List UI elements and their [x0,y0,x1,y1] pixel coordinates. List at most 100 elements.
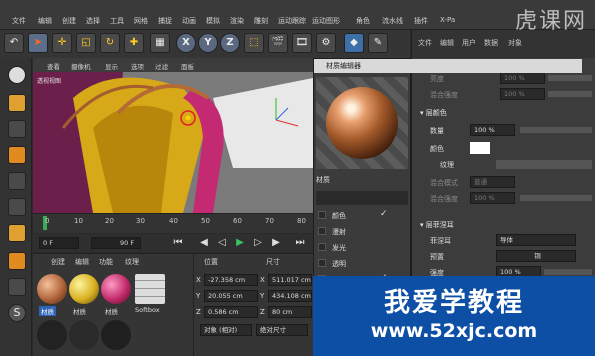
material-editor-title[interactable]: 材质编辑器 [314,59,582,73]
attr-menu-data[interactable]: 数据 [484,38,498,48]
material-swatch-softbox[interactable] [135,274,165,304]
row-value[interactable]: 100 % [500,88,545,100]
row-value[interactable]: 100 % [500,72,545,84]
channel-color[interactable]: 颜色 ✓ [318,209,410,223]
menu-plugins[interactable]: 插件 [414,16,428,26]
menu-motion-tracking[interactable]: 运动跟踪 [278,16,306,26]
channel-diffusion[interactable]: 漫射 [318,225,410,239]
slider[interactable] [548,91,592,97]
menu-create[interactable]: 创建 [62,16,76,26]
snap-icon[interactable]: S [8,304,26,322]
menu-xparticles[interactable]: X-Pa [440,16,455,24]
current-frame-field[interactable]: 0 F [39,237,79,249]
step-back-icon[interactable]: ◁ [215,236,229,250]
slider[interactable] [520,195,592,201]
move-icon[interactable]: ✛ [52,33,72,53]
attr-menu-file[interactable]: 文件 [418,38,432,48]
viewport-menu-options[interactable]: 选项 [131,61,144,71]
menu-simulate[interactable]: 模拟 [206,16,220,26]
material-name[interactable]: 材质 [316,175,408,187]
tweak-mode-icon[interactable] [8,278,26,296]
material-swatch-magenta[interactable] [101,274,131,304]
workplane-icon[interactable]: ▦ [150,33,170,53]
color-swatch[interactable] [470,142,490,154]
menu-mograph[interactable]: 运动图形 [312,16,340,26]
menu-file[interactable]: 文件 [12,16,26,26]
material-swatch-dark[interactable] [101,320,131,350]
section-layer-color[interactable]: ▾ 层颜色 [420,108,447,118]
rotate-icon[interactable]: ↻ [100,33,120,53]
material-tab-edit[interactable]: 编辑 [75,257,89,267]
render-picture-viewer-icon[interactable]: 🎞 [292,33,312,53]
viewport[interactable]: 查看 摄像机 显示 选项 过滤 面板 透视视图 [33,58,313,213]
menu-edit[interactable]: 编辑 [38,16,52,26]
row-value[interactable]: 导体 [496,234,576,246]
viewport-menu-display[interactable]: 显示 [105,61,118,71]
viewport-menu-view[interactable]: 查看 [47,61,60,71]
polygons-mode-icon[interactable] [8,224,26,242]
play-icon[interactable]: ▶ [233,236,247,250]
z-position-field[interactable]: 0.586 cm [204,306,258,318]
workplane-mode-icon[interactable] [8,146,26,164]
slider[interactable] [548,75,592,81]
menu-animate[interactable]: 动画 [182,16,196,26]
end-frame-field[interactable]: 90 F [91,237,141,249]
material-tab-create[interactable]: 创建 [51,257,65,267]
menu-pipeline[interactable]: 流水线 [382,16,403,26]
step-forward-icon[interactable]: ▷ [251,236,265,250]
x-position-field[interactable]: -27.358 cm [204,274,258,286]
axis-x-button[interactable]: X [176,33,196,53]
scale-icon[interactable]: ◱ [76,33,96,53]
viewport-menu-camera[interactable]: 摄像机 [71,61,91,71]
attr-menu-edit[interactable]: 编辑 [440,38,454,48]
slider[interactable] [520,127,592,133]
axis-z-button[interactable]: Z [220,33,240,53]
material-swatch-copper[interactable] [37,274,67,304]
material-name-field[interactable] [316,191,408,205]
menu-render[interactable]: 渲染 [230,16,244,26]
attr-menu-user[interactable]: 用户 [462,38,476,48]
texture-mode-icon[interactable] [8,120,26,138]
axis-y-button[interactable]: Y [198,33,218,53]
row-value[interactable]: 100 % [470,192,515,204]
texture-slot[interactable] [496,160,592,169]
select-arrow-icon[interactable]: ➤ [28,33,48,53]
material-tab-function[interactable]: 功能 [99,257,113,267]
material-tab-texture[interactable]: 纹理 [125,257,139,267]
size-mode-select[interactable]: 绝对尺寸 [256,324,308,336]
go-to-start-icon[interactable]: ⏮ [171,236,185,250]
timeline[interactable]: 0 10 20 30 40 50 60 70 80 [33,213,313,233]
row-value[interactable]: 100 % [470,124,515,136]
render-view-icon[interactable]: 🎬 [268,33,288,53]
next-key-icon[interactable]: ▶ [269,236,283,250]
y-position-field[interactable]: 20.055 cm [204,290,258,302]
menu-tools[interactable]: 工具 [110,16,124,26]
points-mode-icon[interactable] [8,172,26,190]
material-swatch-dark[interactable] [69,320,99,350]
previous-key-icon[interactable]: ◀ [197,236,211,250]
axis-mode-icon[interactable] [8,252,26,270]
model-mode-icon[interactable] [8,94,26,112]
x-size-field[interactable]: 511.017 cm [268,274,312,286]
pen-icon[interactable]: ✎ [368,33,388,53]
menu-character[interactable]: 角色 [356,16,370,26]
undo-icon[interactable]: ↶ [4,33,24,53]
row-value[interactable]: 普通 [470,176,515,188]
channel-luminance[interactable]: 发光 [318,241,410,255]
slider[interactable] [544,269,592,275]
material-swatch-gold[interactable] [69,274,99,304]
channel-transparency[interactable]: 透明 [318,257,410,271]
material-swatch-dark[interactable] [37,320,67,350]
make-editable-icon[interactable] [8,66,26,84]
edges-mode-icon[interactable] [8,198,26,216]
render-settings-icon[interactable]: ⚙ [316,33,336,53]
recent-tool-icon[interactable]: ✚ [124,33,144,53]
go-to-end-icon[interactable]: ⏭ [293,236,307,250]
menu-select[interactable]: 选择 [86,16,100,26]
menu-snap[interactable]: 捕捉 [158,16,172,26]
menu-mesh[interactable]: 网格 [134,16,148,26]
menu-sculpt[interactable]: 雕刻 [254,16,268,26]
coordinate-mode-select[interactable]: 对象 (相对) [200,324,252,336]
viewport-menu-filter[interactable]: 过滤 [155,61,168,71]
z-size-field[interactable]: 80 cm [268,306,312,318]
